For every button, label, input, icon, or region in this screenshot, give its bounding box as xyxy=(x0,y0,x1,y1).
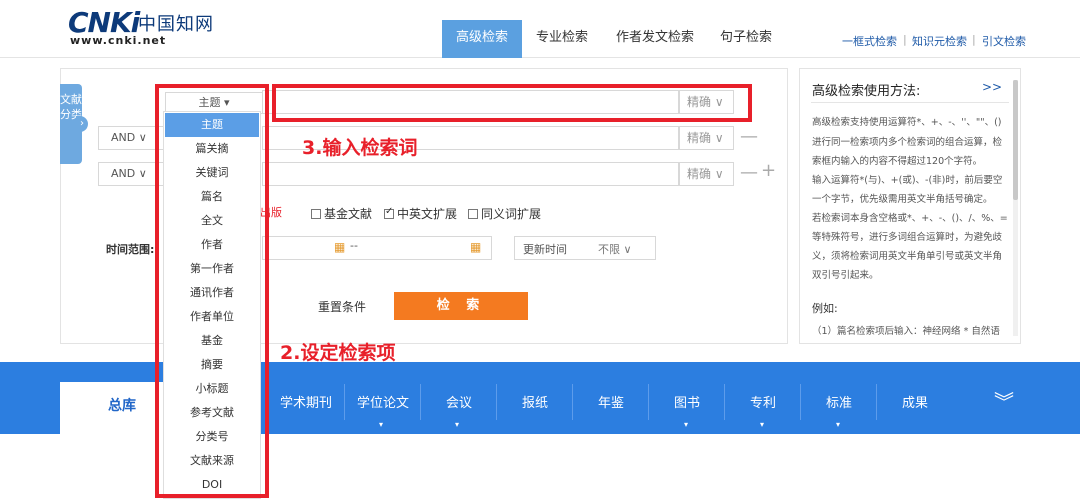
nav-separator xyxy=(876,384,877,420)
help-scrollbar-thumb[interactable] xyxy=(1013,80,1018,200)
help-example-line: （1）篇名检索项后输入：神经网络 * 自然语 xyxy=(812,326,1000,337)
nav-achievements[interactable]: 成果 xyxy=(894,392,936,411)
search-term-input-3[interactable] xyxy=(262,162,680,186)
link-knowledge-search[interactable]: 知识元检索 xyxy=(912,33,967,49)
precise-select-2[interactable]: 精确 ∨ xyxy=(678,126,734,150)
link-separator: | xyxy=(972,33,976,46)
reset-conditions-button[interactable]: 重置条件 xyxy=(318,298,366,315)
chevron-down-icon[interactable]: ▾ xyxy=(836,420,840,429)
nav-separator xyxy=(572,384,573,420)
chevron-down-icon[interactable]: ▾ xyxy=(379,420,383,429)
help-text-line: 等特殊符号，进行多词组合运算时，为避免歧 xyxy=(812,232,1003,243)
logo-chinese-name: 中国知网 xyxy=(138,14,214,35)
annotation-box-field-list xyxy=(155,84,269,498)
help-text-line: 索框内输入的内容不得超过120个字符。 xyxy=(812,156,983,167)
precise-select-3[interactable]: 精确 ∨ xyxy=(678,162,734,186)
checkbox-synonym-expand[interactable]: 同义词扩展 xyxy=(468,205,541,222)
tab-professional-search[interactable]: 专业检索 xyxy=(530,20,594,58)
help-text-line: 输入运算符*(与)、+(或)、-(非)时，前后要空 xyxy=(812,175,1003,186)
nav-separator xyxy=(344,384,345,420)
search-button[interactable]: 检 索 xyxy=(394,292,528,320)
nav-yearbooks[interactable]: 年鉴 xyxy=(590,392,632,411)
help-text-line: 进行同一检索项内多个检索词的组合运算，检 xyxy=(812,137,1003,148)
update-time-value[interactable]: 不限 ∨ xyxy=(598,241,632,257)
nav-patents[interactable]: 专利 xyxy=(742,392,784,411)
nav-separator xyxy=(724,384,725,420)
calendar-icon[interactable]: ▦ xyxy=(470,240,481,254)
nav-separator xyxy=(496,384,497,420)
add-row-icon[interactable]: + xyxy=(761,160,776,181)
checkbox-label: 中英文扩展 xyxy=(397,207,458,221)
link-separator: | xyxy=(903,33,907,46)
help-example-title: 例如: xyxy=(812,302,838,315)
help-text-line: 若检索词本身含空格或*、+、-、()、/、%、= xyxy=(812,213,1008,224)
annotation-step3: 3.输入检索词 xyxy=(302,137,418,159)
link-single-box-search[interactable]: 一框式检索 xyxy=(842,33,897,49)
annotation-step2: 2.设定检索项 xyxy=(280,342,396,364)
chevron-down-icon[interactable]: ▾ xyxy=(455,420,459,429)
checkbox-fund-docs[interactable]: 基金文献 xyxy=(311,205,372,222)
help-divider xyxy=(811,102,1009,103)
help-text-line: 双引号引起来。 xyxy=(812,270,879,281)
tab-advanced-search[interactable]: 高级检索 xyxy=(442,20,522,58)
checkbox-label: 基金文献 xyxy=(324,207,373,221)
help-more-link[interactable]: >> xyxy=(982,80,1002,94)
logo-url: www.cnki.net xyxy=(70,34,167,47)
checkbox-checked-icon[interactable] xyxy=(384,206,394,219)
checkbox-icon[interactable] xyxy=(311,209,321,219)
nav-journals[interactable]: 学术期刊 xyxy=(278,392,334,411)
tab-sentence-search[interactable]: 句子检索 xyxy=(714,20,778,58)
nav-separator xyxy=(420,384,421,420)
help-text-line: 高级检索支持使用运算符*、+、-、''、""、() xyxy=(812,117,1002,128)
expand-nav-icon[interactable]: ︾ xyxy=(994,386,1014,415)
remove-row-icon[interactable]: — xyxy=(740,126,758,147)
nav-newspapers[interactable]: 报纸 xyxy=(514,392,556,411)
checkbox-icon[interactable] xyxy=(468,209,478,219)
help-text-line: 义，须将检索词用英文半角单引号或英文半角 xyxy=(812,251,1003,262)
nav-separator xyxy=(800,384,801,420)
date-range-input[interactable] xyxy=(262,236,492,260)
nav-standards[interactable]: 标准 xyxy=(818,392,860,411)
remove-row-icon[interactable]: — xyxy=(740,162,758,183)
checkbox-cn-en-expand[interactable]: 中英文扩展 xyxy=(384,205,457,222)
nav-dissertations[interactable]: 学位论文 xyxy=(354,392,412,411)
update-time-label: 更新时间 xyxy=(523,243,567,256)
date-separator: -- xyxy=(350,239,358,252)
link-citation-search[interactable]: 引文检索 xyxy=(982,33,1026,49)
chevron-down-icon[interactable]: ▾ xyxy=(684,420,688,429)
nav-books[interactable]: 图书 xyxy=(666,392,708,411)
help-title: 高级检索使用方法: xyxy=(812,84,921,99)
nav-conferences[interactable]: 会议 xyxy=(438,392,480,411)
chevron-down-icon[interactable]: ▾ xyxy=(760,420,764,429)
time-range-label: 时间范围: xyxy=(106,243,155,256)
calendar-icon[interactable]: ▦ xyxy=(334,240,345,254)
annotation-box-search-input xyxy=(272,84,752,122)
help-text-line: 一个字节，优先级需用英文半角括号确定。 xyxy=(812,194,993,205)
checkbox-label: 同义词扩展 xyxy=(481,207,542,221)
tab-author-search[interactable]: 作者发文检索 xyxy=(612,20,698,58)
nav-separator xyxy=(648,384,649,420)
